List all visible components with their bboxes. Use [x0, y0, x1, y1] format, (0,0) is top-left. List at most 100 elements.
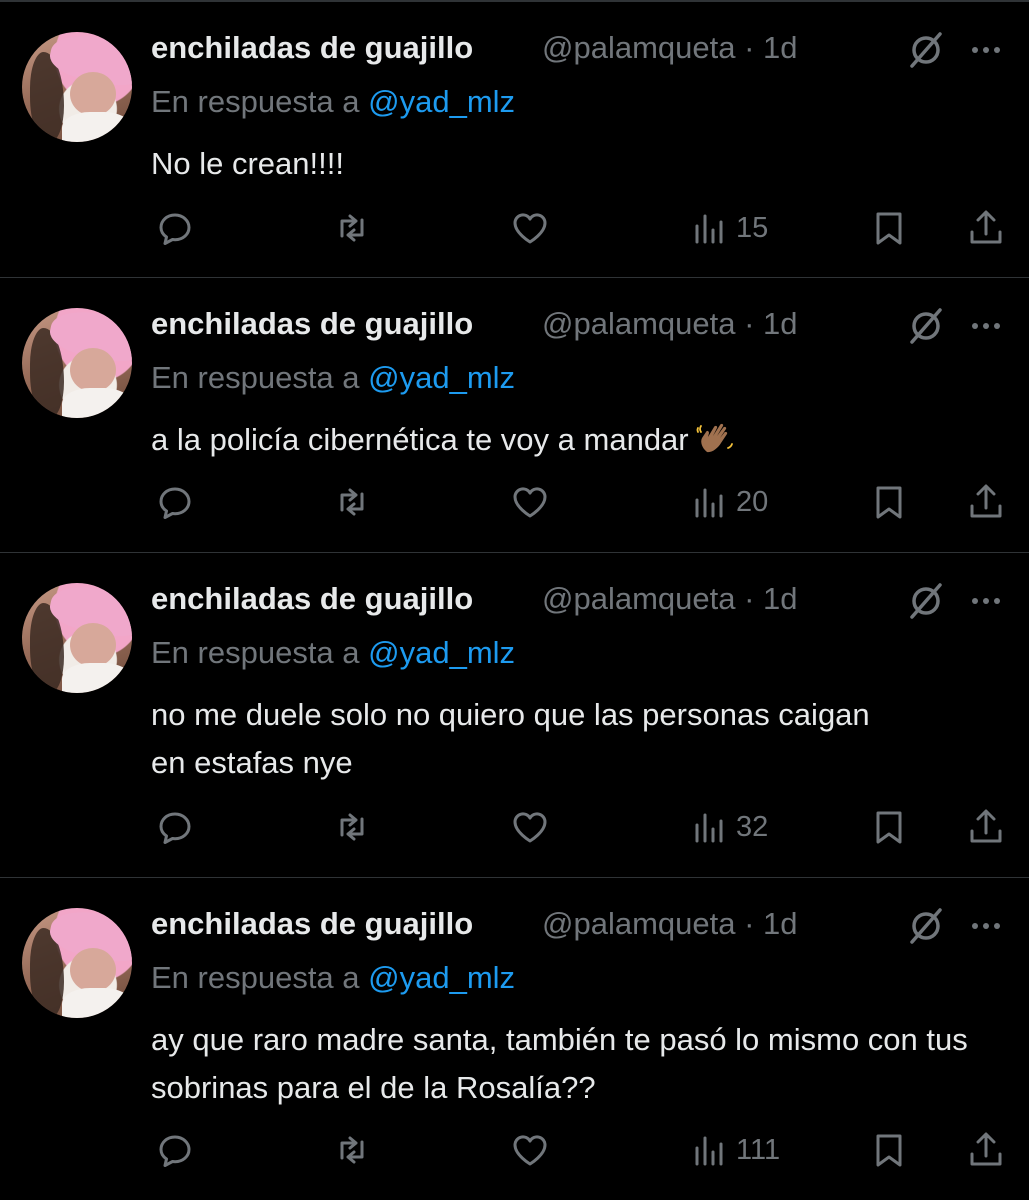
- retweet-icon: [340, 488, 364, 516]
- avatar[interactable]: [22, 908, 132, 1018]
- tweet-text: No le crean!!!!: [151, 146, 344, 181]
- author-handle-time[interactable]: @palamqueta · 1d: [542, 581, 798, 617]
- avatar[interactable]: [22, 308, 132, 418]
- retweet-button[interactable]: [332, 480, 372, 524]
- share-button[interactable]: [966, 1128, 1006, 1172]
- retweet-icon: [340, 813, 364, 841]
- views-button[interactable]: 32: [690, 805, 768, 849]
- views-count: 111: [736, 1133, 781, 1166]
- post-time[interactable]: · 1d: [744, 30, 797, 65]
- like-icon: [513, 213, 547, 244]
- tweet-text: ay que raro madre santa, también te pasó…: [151, 1022, 968, 1105]
- views-count: 20: [736, 485, 769, 518]
- reply-icon: [159, 487, 191, 519]
- post-time[interactable]: · 1d: [744, 581, 797, 616]
- author-name[interactable]: enchiladas de guajillo: [151, 906, 473, 942]
- like-icon: [513, 1135, 547, 1166]
- reply-context: En respuesta a @yad_mlz: [151, 960, 515, 996]
- retweet-icon: [340, 214, 364, 242]
- author-handle[interactable]: @palamqueta: [542, 581, 735, 616]
- views-count: 32: [736, 810, 769, 843]
- author-handle-time[interactable]: @palamqueta · 1d: [542, 30, 798, 66]
- reply-prefix: En respuesta a: [151, 635, 360, 670]
- reply-to-link[interactable]: @yad_mlz: [368, 360, 515, 395]
- author-name[interactable]: enchiladas de guajillo: [151, 30, 473, 66]
- like-button[interactable]: [510, 206, 550, 250]
- views-icon: [695, 488, 723, 518]
- grok-icon[interactable]: [906, 906, 946, 946]
- bookmark-icon: [876, 486, 902, 519]
- reply-button[interactable]: [155, 480, 195, 524]
- reply-icon: [159, 213, 191, 245]
- reply-to-link[interactable]: @yad_mlz: [368, 635, 515, 670]
- author-handle-time[interactable]: @palamqueta · 1d: [542, 906, 798, 942]
- views-icon: [695, 813, 723, 843]
- bookmark-icon: [876, 1134, 902, 1167]
- avatar[interactable]: [22, 32, 132, 142]
- tweet-content: a la policía cibernética te voy a mandar: [151, 416, 1011, 464]
- like-icon: [513, 812, 547, 843]
- share-button[interactable]: [966, 805, 1006, 849]
- bookmark-icon: [876, 212, 902, 245]
- waving-hand-emoji: [695, 418, 735, 458]
- views-icon: [695, 1136, 723, 1166]
- reply-context: En respuesta a @yad_mlz: [151, 84, 515, 120]
- reply-prefix: En respuesta a: [151, 84, 360, 119]
- reply-prefix: En respuesta a: [151, 360, 360, 395]
- views-button[interactable]: 15: [690, 206, 768, 250]
- grok-icon[interactable]: [906, 581, 946, 621]
- reply-icon: [159, 1135, 191, 1167]
- retweet-button[interactable]: [332, 805, 372, 849]
- author-handle[interactable]: @palamqueta: [542, 906, 735, 941]
- post-time[interactable]: · 1d: [744, 906, 797, 941]
- tweet-divider: [0, 277, 1029, 278]
- views-icon: [695, 214, 723, 244]
- retweet-icon: [340, 1136, 364, 1164]
- share-button[interactable]: [966, 206, 1006, 250]
- share-icon: [970, 484, 1002, 518]
- reply-to-link[interactable]: @yad_mlz: [368, 960, 515, 995]
- share-icon: [970, 1132, 1002, 1166]
- author-name[interactable]: enchiladas de guajillo: [151, 306, 473, 342]
- bookmark-button[interactable]: [869, 480, 909, 524]
- reply-prefix: En respuesta a: [151, 960, 360, 995]
- retweet-button[interactable]: [332, 1128, 372, 1172]
- share-icon: [970, 809, 1002, 843]
- author-handle[interactable]: @palamqueta: [542, 306, 735, 341]
- reply-to-link[interactable]: @yad_mlz: [368, 84, 515, 119]
- more-icon[interactable]: [966, 581, 1006, 621]
- views-button[interactable]: 111: [690, 1128, 780, 1172]
- post-time[interactable]: · 1d: [744, 306, 797, 341]
- reply-button[interactable]: [155, 206, 195, 250]
- bookmark-icon: [876, 811, 902, 844]
- avatar[interactable]: [22, 583, 132, 693]
- author-name[interactable]: enchiladas de guajillo: [151, 581, 473, 617]
- more-icon[interactable]: [966, 30, 1006, 70]
- share-button[interactable]: [966, 480, 1006, 524]
- reply-button[interactable]: [155, 1128, 195, 1172]
- views-count: 15: [736, 211, 769, 244]
- views-button[interactable]: 20: [690, 480, 768, 524]
- bookmark-button[interactable]: [869, 1128, 909, 1172]
- reply-context: En respuesta a @yad_mlz: [151, 360, 515, 396]
- more-icon[interactable]: [966, 906, 1006, 946]
- more-icon[interactable]: [966, 306, 1006, 346]
- grok-icon[interactable]: [906, 30, 946, 70]
- like-button[interactable]: [510, 805, 550, 849]
- tweet-text: no me duele solo no quiero que las perso…: [151, 697, 870, 780]
- like-icon: [513, 487, 547, 518]
- author-handle[interactable]: @palamqueta: [542, 30, 735, 65]
- like-button[interactable]: [510, 1128, 550, 1172]
- bookmark-button[interactable]: [869, 206, 909, 250]
- tweet-divider: [0, 552, 1029, 553]
- author-handle-time[interactable]: @palamqueta · 1d: [542, 306, 798, 342]
- reply-button[interactable]: [155, 805, 195, 849]
- tweet-text: a la policía cibernética te voy a mandar: [151, 422, 689, 457]
- top-divider: [0, 0, 1029, 2]
- tweet-divider: [0, 877, 1029, 878]
- retweet-button[interactable]: [332, 206, 372, 250]
- bookmark-button[interactable]: [869, 805, 909, 849]
- share-icon: [970, 210, 1002, 244]
- grok-icon[interactable]: [906, 306, 946, 346]
- like-button[interactable]: [510, 480, 550, 524]
